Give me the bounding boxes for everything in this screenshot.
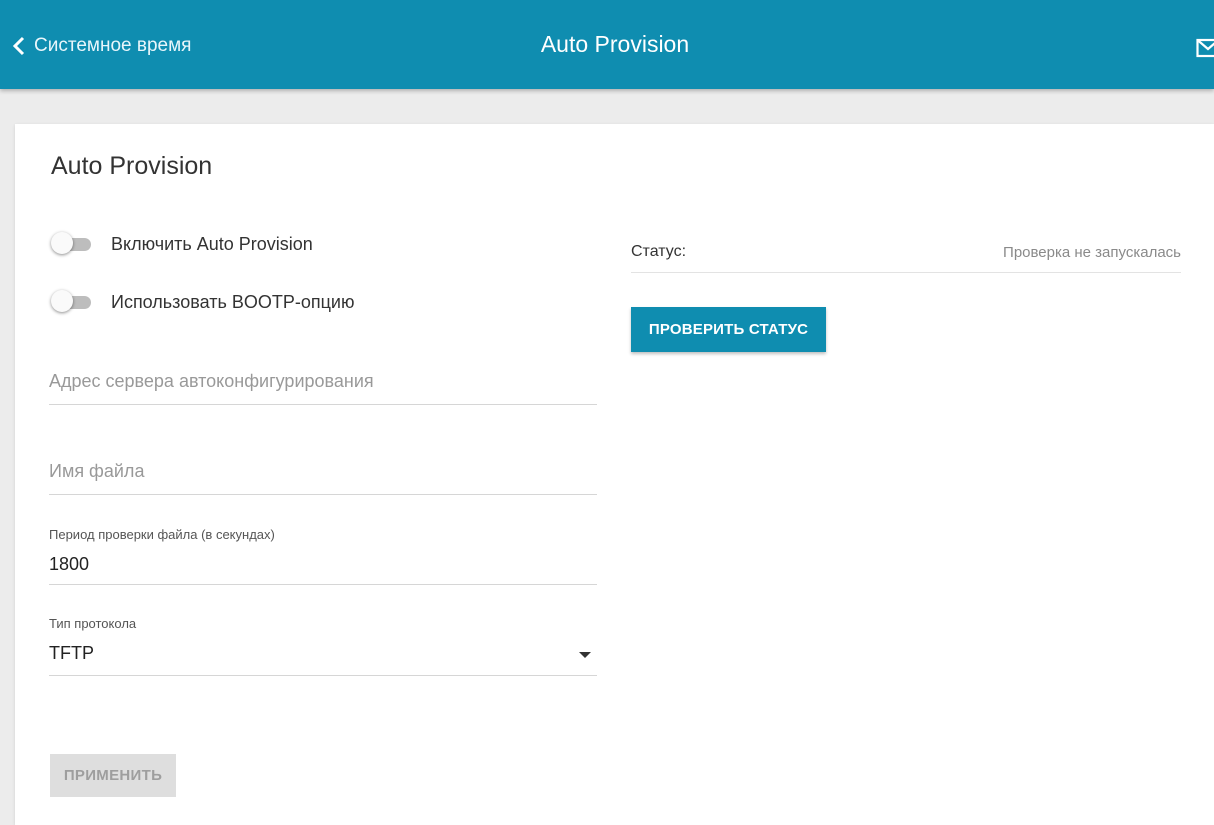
toggle-switch[interactable]	[49, 290, 91, 314]
apply-button[interactable]: ПРИМЕНИТЬ	[50, 754, 176, 797]
back-link-label: Системное время	[34, 35, 192, 56]
card-title: Auto Provision	[51, 152, 213, 180]
check-period-field	[49, 554, 597, 585]
enable-auto-provision-label: Включить Auto Provision	[111, 233, 313, 254]
server-address-field	[49, 371, 597, 405]
chevron-left-icon	[12, 36, 25, 56]
caret-down-icon	[579, 652, 591, 658]
toggle-knob	[51, 232, 73, 254]
server-address-input[interactable]	[49, 371, 597, 392]
use-bootp-toggle[interactable]: Использовать BOOTP-опцию	[49, 290, 354, 314]
status-row: Статус: Проверка не запускалась	[631, 238, 1181, 273]
filename-field	[49, 461, 597, 495]
check-period-input[interactable]	[49, 554, 597, 575]
protocol-type-label: Тип протокола	[49, 616, 137, 631]
protocol-type-select[interactable]: TFTP	[49, 643, 597, 676]
status-label: Статус:	[631, 243, 687, 260]
toggle-switch[interactable]	[49, 232, 91, 256]
status-value: Проверка не запускалась	[1003, 244, 1181, 261]
filename-input[interactable]	[49, 461, 597, 482]
check-period-label: Период проверки файла (в секундах)	[49, 527, 275, 542]
protocol-type-value: TFTP	[49, 643, 94, 663]
check-status-button[interactable]: ПРОВЕРИТЬ СТАТУС	[631, 307, 826, 352]
settings-card: Auto Provision Включить Auto Provision И…	[15, 124, 1214, 825]
mail-icon[interactable]	[1196, 37, 1214, 59]
header-bar: Системное время Auto Provision	[0, 0, 1214, 89]
use-bootp-label: Использовать BOOTP-опцию	[111, 291, 355, 312]
toggle-knob	[51, 290, 73, 312]
enable-auto-provision-toggle[interactable]: Включить Auto Provision	[49, 232, 313, 256]
back-link[interactable]: Системное время	[10, 35, 191, 57]
